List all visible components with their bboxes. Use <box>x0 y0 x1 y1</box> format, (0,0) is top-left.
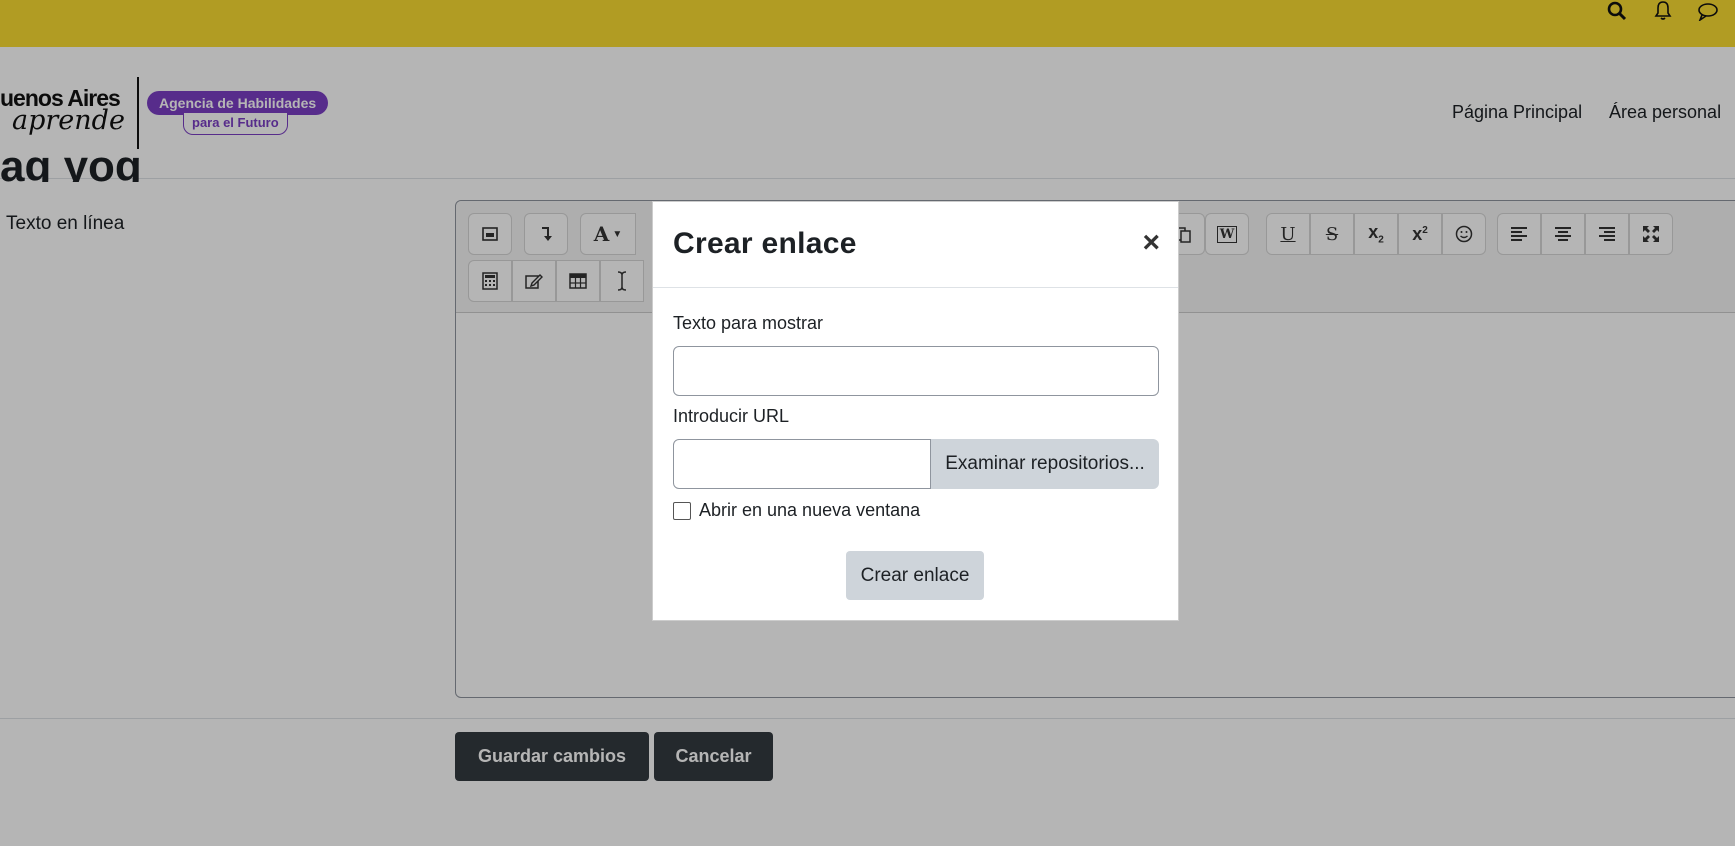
dialog-header: Crear enlace × <box>653 202 1178 288</box>
url-input[interactable] <box>673 439 931 489</box>
new-window-checkbox[interactable] <box>673 502 691 520</box>
text-to-display-label: Texto para mostrar <box>673 313 824 333</box>
url-label: Introducir URL <box>673 406 790 426</box>
dialog-title: Crear enlace <box>673 227 857 260</box>
browse-repositories-button[interactable]: Examinar repositorios... <box>931 439 1159 489</box>
create-link-dialog: Crear enlace × Texto para mostrar Introd… <box>652 201 1179 621</box>
new-window-label[interactable]: Abrir en una nueva ventana <box>699 500 920 521</box>
create-link-button[interactable]: Crear enlace <box>846 551 984 600</box>
text-to-display-input[interactable] <box>673 346 1159 396</box>
close-icon[interactable]: × <box>1142 228 1160 258</box>
